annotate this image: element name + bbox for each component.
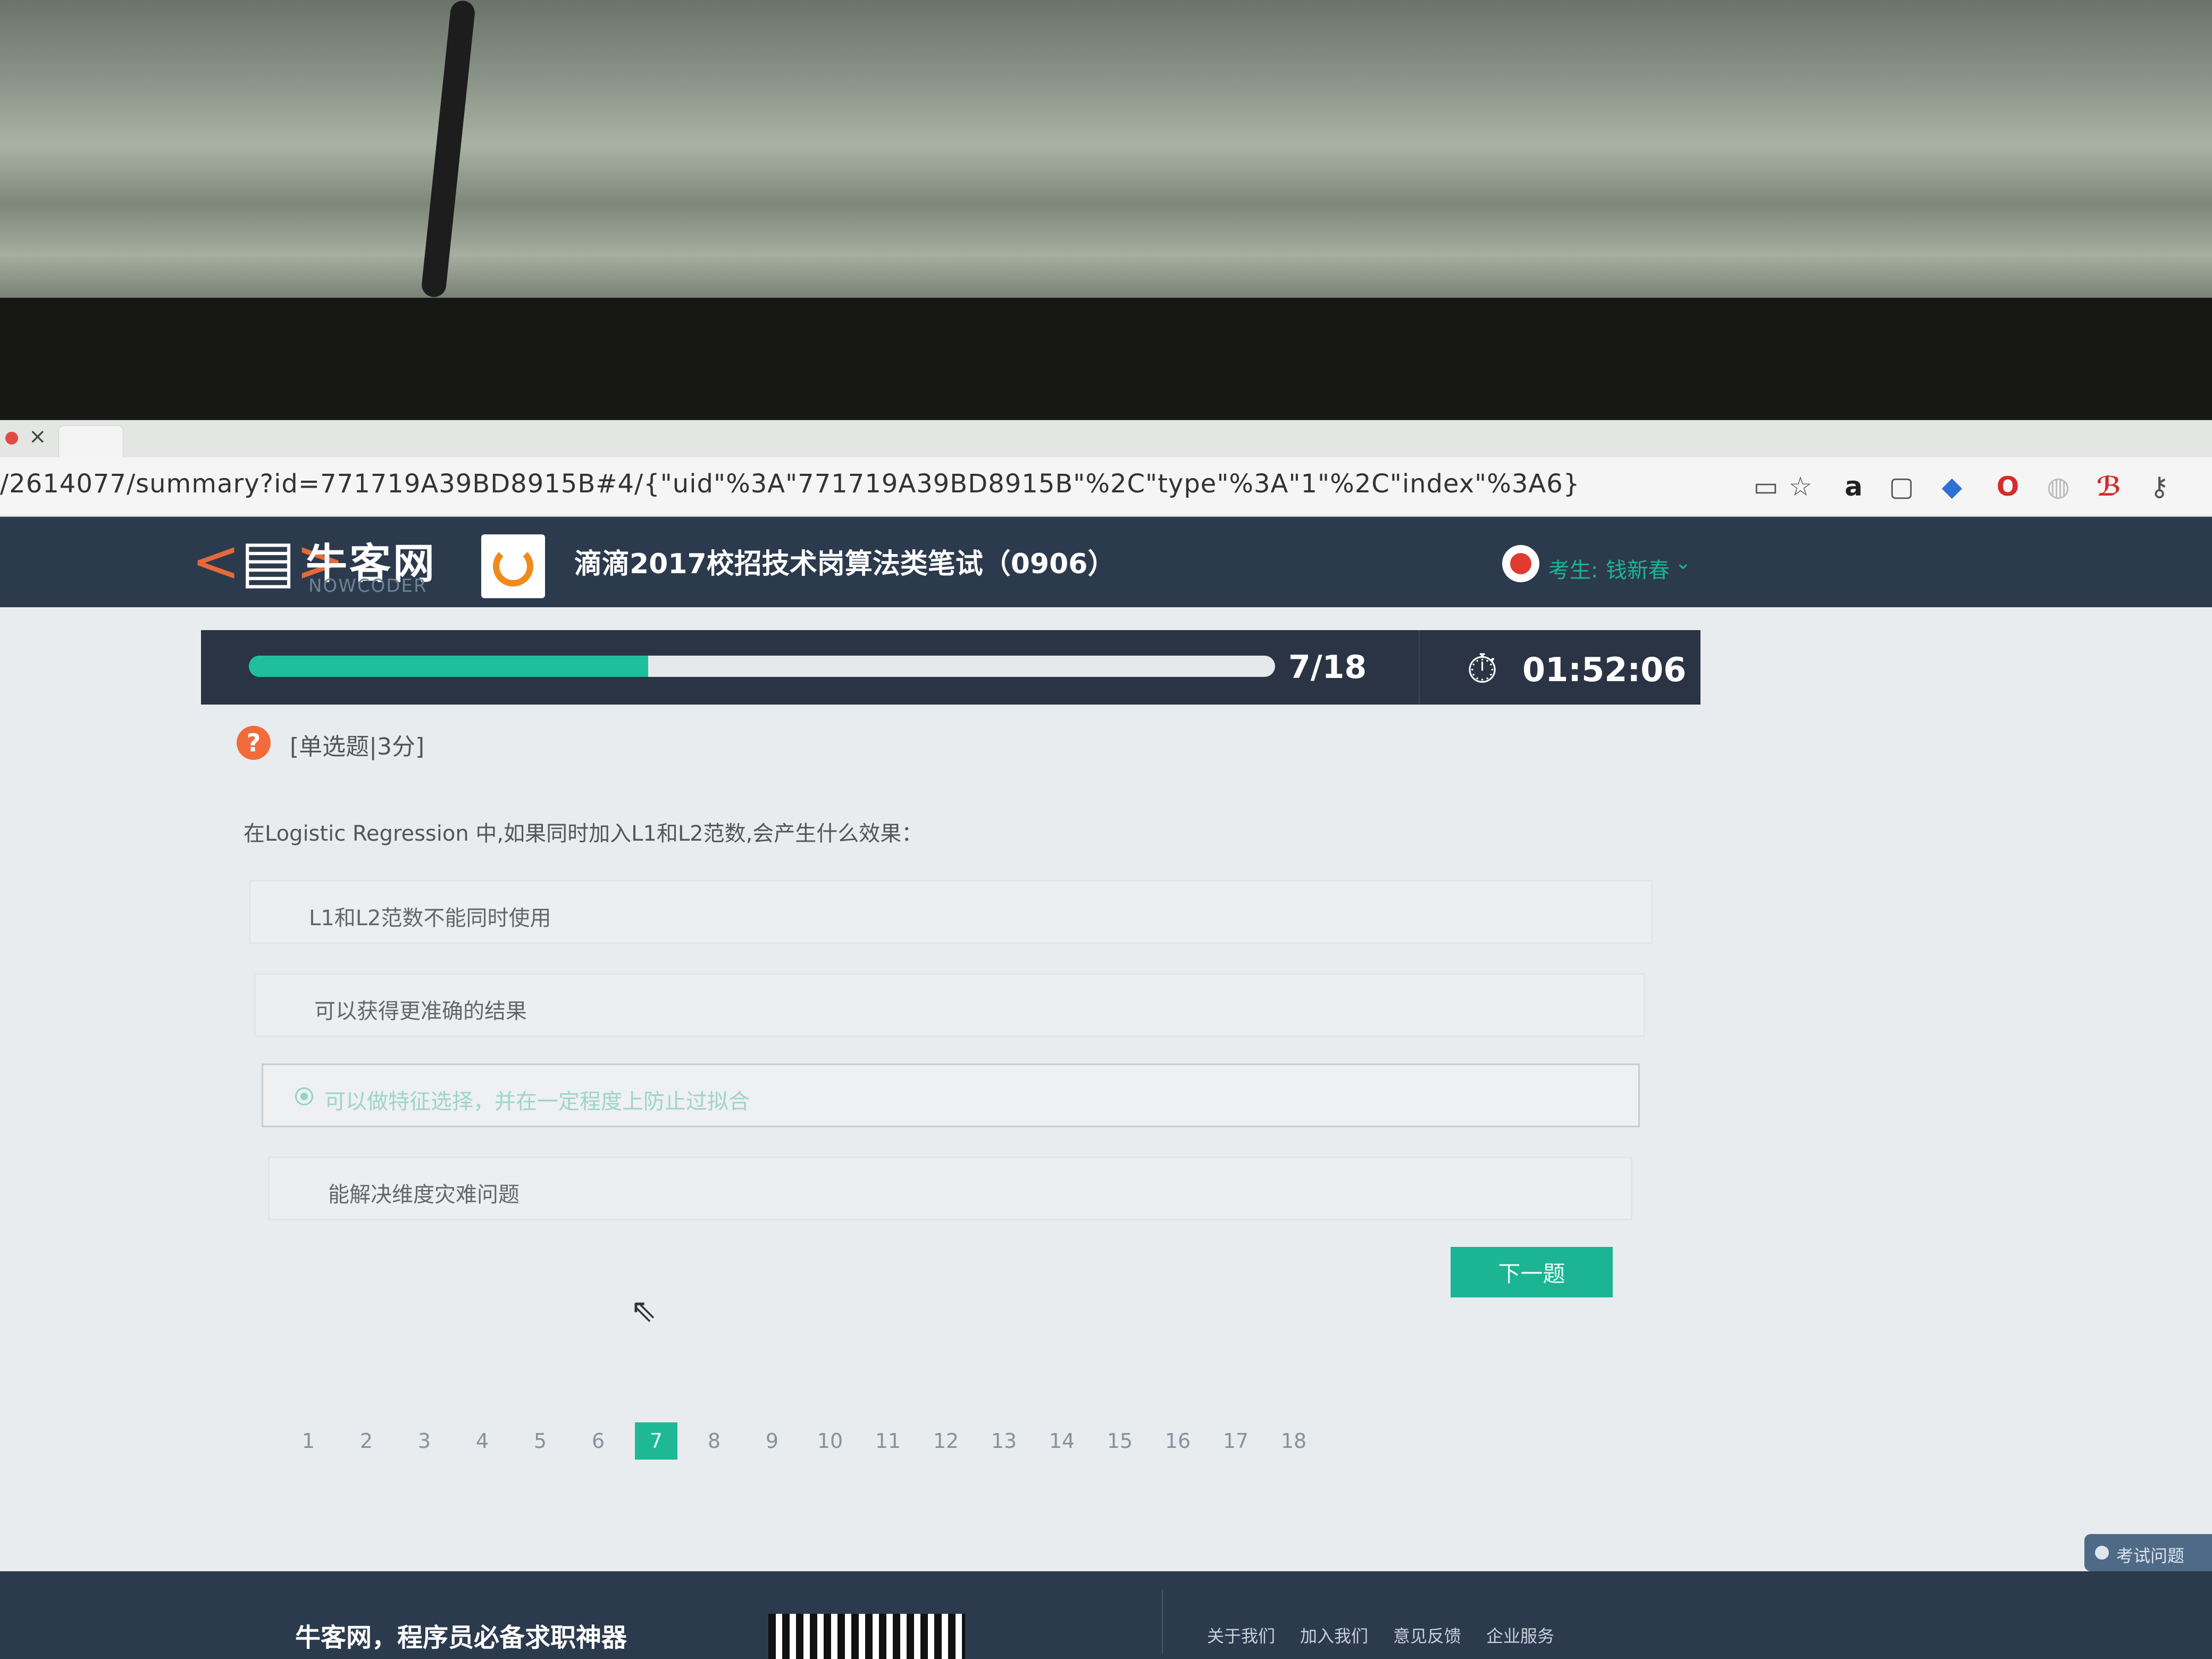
footer-link-about[interactable]: 关于我们 [1207,1623,1275,1647]
record-dot-icon [5,432,18,445]
pager-item[interactable]: 9 [751,1422,793,1460]
question-type: [单选题|3分] [290,733,425,760]
user-name[interactable]: 钱新春 [1606,553,1670,584]
pager-item[interactable]: 1 [287,1422,330,1460]
bookmark-star-icon[interactable]: ☆ [1784,470,1817,503]
option-b[interactable]: 可以获得更准确的结果 [254,973,1645,1037]
shield-extension-icon[interactable]: ◍ [2042,470,2075,503]
footer-link-feedback[interactable]: 意见反馈 [1393,1623,1461,1647]
qr-code-icon [768,1614,965,1659]
monitor-screen: × /2614077/summary?id=771719A39BD8915B#4… [0,420,2212,1659]
pager-item[interactable]: 2 [345,1422,388,1460]
option-d[interactable]: 能解决维度灾难问题 [268,1157,1632,1220]
progress-fill [249,656,648,677]
nowcoder-logo-icon[interactable]: <▤> [191,526,345,596]
pager-item[interactable]: 17 [1214,1422,1257,1460]
pager-item[interactable]: 14 [1041,1422,1083,1460]
option-c[interactable]: 可以做特征选择，并在一定程度上防止过拟合 [262,1063,1640,1127]
progress-track [249,656,1275,677]
pager-item[interactable]: 7 [635,1422,677,1460]
radio-selected-icon[interactable] [295,1087,313,1105]
pager-item[interactable]: 10 [809,1422,851,1460]
progress-count: 7/18 [1288,649,1367,686]
pager-item[interactable]: 4 [461,1422,504,1460]
footer-link-join[interactable]: 加入我们 [1300,1623,1368,1647]
camera-icon [1502,545,1539,582]
address-bar: /2614077/summary?id=771719A39BD8915B#4/{… [0,457,2212,517]
chevron-down-icon[interactable]: ⌄ [1675,552,1691,574]
close-tab-icon[interactable]: × [29,424,47,449]
pager-item[interactable]: 12 [925,1422,967,1460]
divider [1419,630,1420,705]
user-label: 考生: [1548,558,1598,583]
url-input[interactable]: /2614077/summary?id=771719A39BD8915B#4/{… [0,469,1580,499]
next-question-button[interactable]: 下一题 [1451,1247,1613,1297]
mouse-cursor-icon: ⇖ [630,1292,657,1329]
pager-item[interactable]: 3 [403,1422,446,1460]
option-label: 可以获得更准确的结果 [314,999,527,1024]
pager-item[interactable]: 18 [1272,1422,1315,1460]
pager-item[interactable]: 13 [983,1422,1025,1460]
question-text: 在Logistic Regression 中,如果同时加入L1和L2范数,会产生… [244,822,923,846]
pager-item[interactable]: 8 [693,1422,735,1460]
room-background [0,0,2212,425]
diamond-extension-icon[interactable]: ◆ [1936,470,1968,503]
feedback-tab-label: 考试问题 [2116,1546,2185,1566]
didi-logo-icon [481,534,545,598]
screen-extension-icon[interactable]: ▢ [1885,470,1918,503]
question-pager: 1 2 3 4 5 6 7 8 9 10 11 12 13 14 15 16 17 18 [287,1422,1351,1465]
pager-item[interactable]: 6 [577,1422,619,1460]
amazon-extension-icon[interactable]: a [1837,470,1870,503]
monitor-bezel [0,298,2212,425]
opera-extension-icon[interactable]: O [1991,470,2024,503]
exam-feedback-tab[interactable]: 考试问题 [2084,1534,2212,1571]
pager-item[interactable]: 5 [519,1422,562,1460]
question-mark-icon: ? [237,726,271,760]
cable [420,0,476,298]
option-label: L1和L2范数不能同时使用 [309,906,551,931]
option-label: 能解决维度灾难问题 [328,1183,520,1207]
cast-icon[interactable]: ▭ [1749,470,1782,503]
pager-item[interactable]: 16 [1157,1422,1199,1460]
key-extension-icon[interactable]: ⚷ [2143,470,2176,503]
divider [1162,1590,1163,1654]
stopwatch-icon: ⏱ [1467,645,1498,692]
footer-link-business[interactable]: 企业服务 [1486,1623,1554,1647]
option-a[interactable]: L1和L2范数不能同时使用 [249,880,1653,944]
browser-tab[interactable] [58,425,123,458]
pager-item[interactable]: 15 [1099,1422,1141,1460]
pager-item[interactable]: 11 [867,1422,909,1460]
timer-value: 01:52:06 [1522,650,1687,689]
progress-panel: 7/18 ⏱ 01:52:06 [201,630,1700,705]
pdf-extension-icon[interactable]: ℬ [2092,470,2125,503]
footer-slogan: 牛客网，程序员必备求职神器 [295,1623,627,1653]
option-label: 可以做特征选择，并在一定程度上防止过拟合 [324,1090,750,1114]
browser-tabbar: × [0,420,2212,458]
logo-subtitle: NOWCODER [308,575,428,597]
exam-title: 滴滴2017校招技术岗算法类笔试（0906） [574,548,1116,580]
